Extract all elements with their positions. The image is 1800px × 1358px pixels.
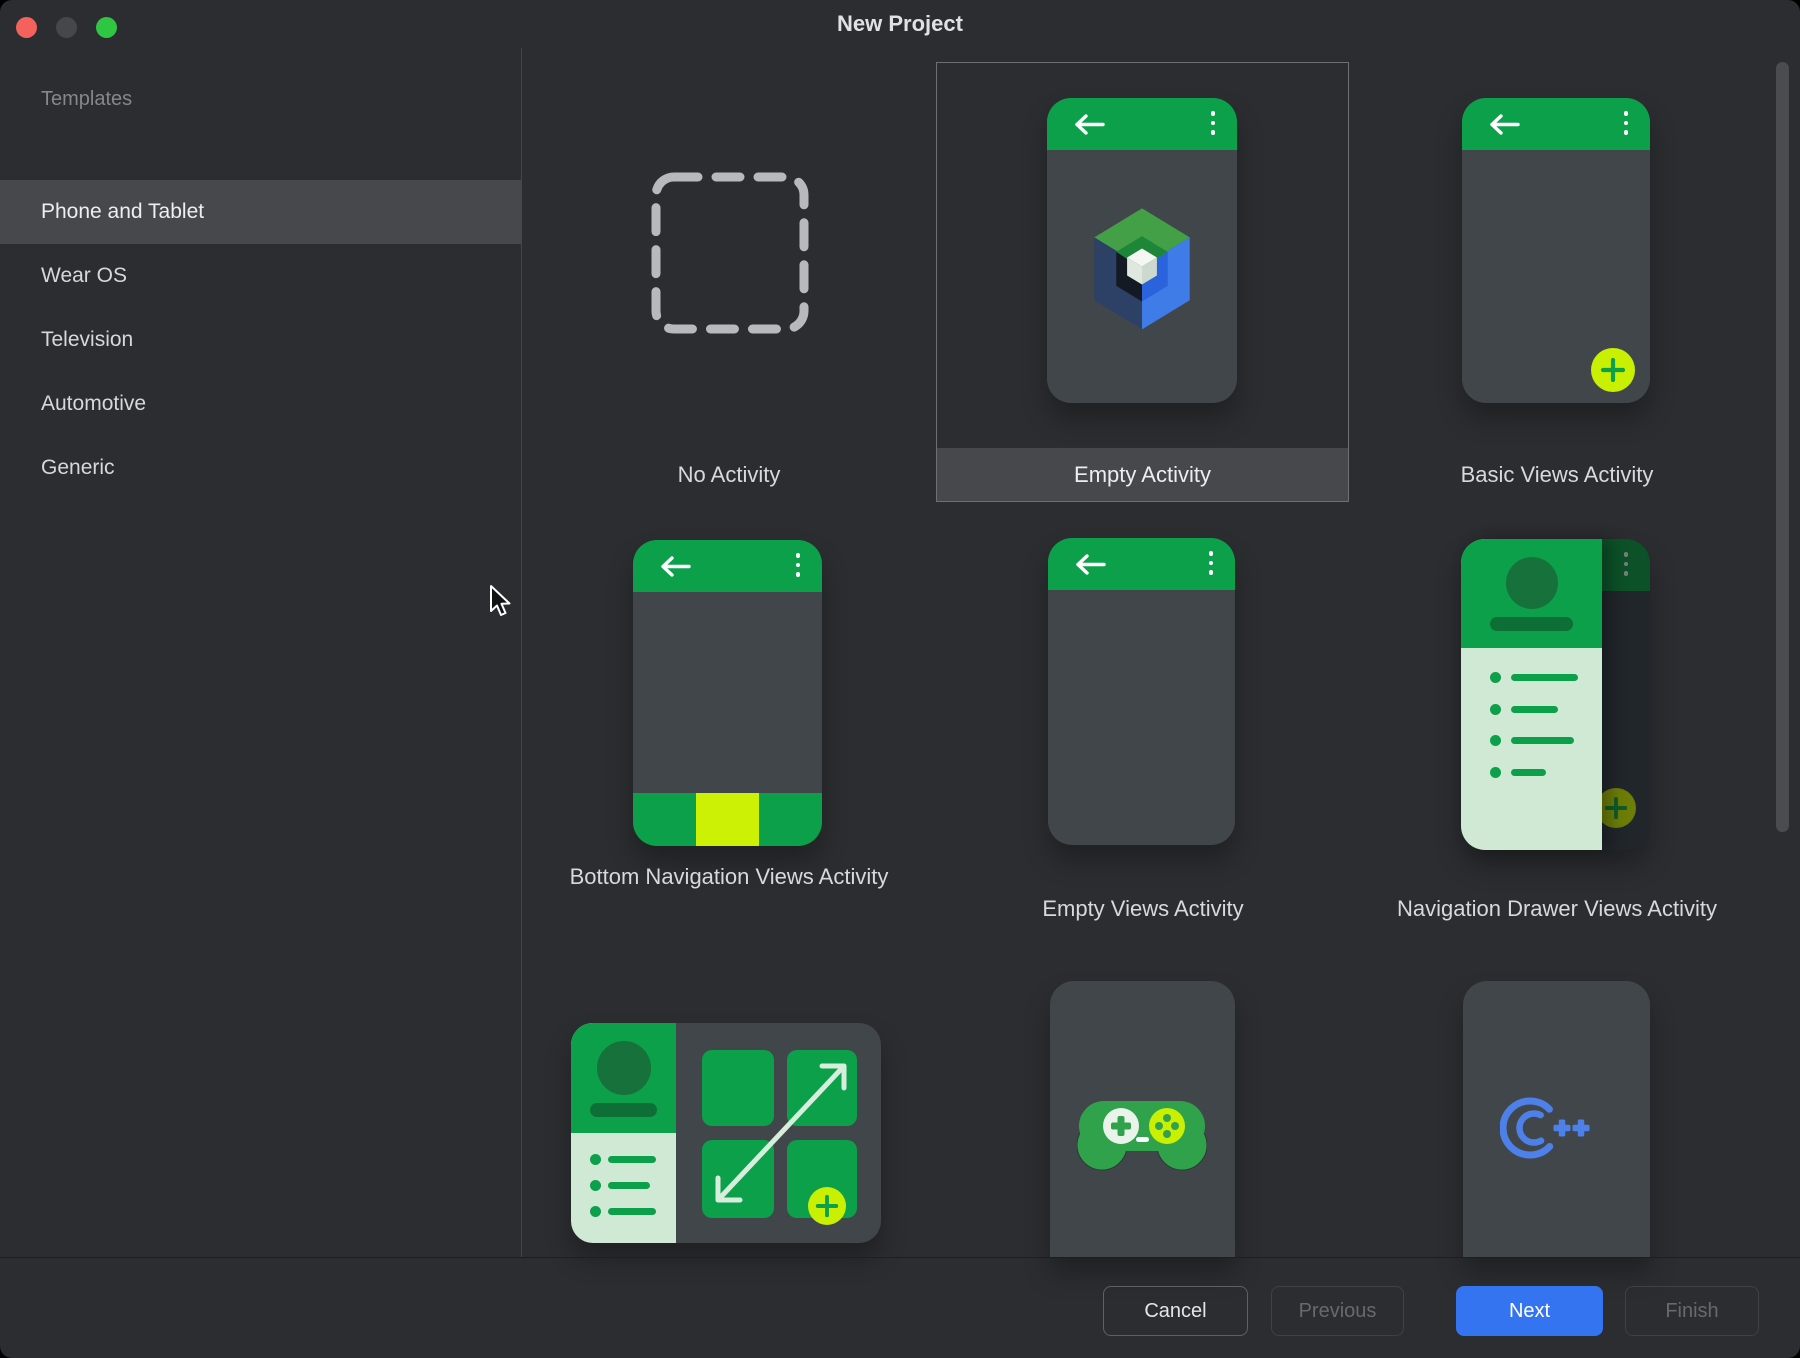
card-label: No Activity bbox=[522, 458, 936, 492]
mouse-cursor bbox=[488, 584, 514, 618]
fab-add-icon bbox=[1591, 348, 1635, 392]
bottom-navigation-selected-tab bbox=[696, 793, 759, 846]
bottom-navigation-bar bbox=[633, 793, 822, 846]
sidebar-item-wear-os[interactable]: Wear OS bbox=[0, 244, 521, 308]
drawer-item-bullet bbox=[1490, 735, 1501, 746]
sidebar-item-phone-and-tablet[interactable]: Phone and Tablet bbox=[0, 180, 521, 244]
phone-mockup bbox=[1462, 98, 1650, 403]
phone-mockup bbox=[1050, 981, 1235, 1257]
new-project-dialog: New Project Templates Phone and Tablet W… bbox=[0, 0, 1800, 1358]
phone-mockup bbox=[1463, 981, 1650, 1257]
cpp-logo bbox=[1500, 1090, 1596, 1166]
overflow-menu-icon bbox=[1209, 551, 1214, 575]
next-button[interactable]: Next bbox=[1456, 1286, 1603, 1336]
template-card-responsive-views-activity[interactable] bbox=[571, 1023, 881, 1243]
card-label: Navigation Drawer Views Activity bbox=[1350, 893, 1764, 925]
sidebar-divider bbox=[521, 48, 522, 1257]
previous-button[interactable]: Previous bbox=[1271, 1286, 1404, 1336]
card-label: Basic Views Activity bbox=[1350, 458, 1764, 492]
cancel-button[interactable]: Cancel bbox=[1103, 1286, 1248, 1336]
back-arrow-icon bbox=[659, 556, 691, 577]
drawer-item-bullet bbox=[1490, 767, 1501, 778]
navigation-drawer bbox=[1461, 539, 1602, 850]
phone-mockup bbox=[633, 540, 822, 846]
phone-mockup bbox=[1047, 98, 1237, 403]
game-controller-icon bbox=[1077, 1089, 1207, 1173]
card-label: Empty Activity bbox=[936, 460, 1349, 490]
overflow-menu-icon bbox=[1624, 552, 1629, 576]
drawer-item-bullet bbox=[1490, 672, 1501, 683]
drawer-item-line bbox=[1511, 737, 1574, 744]
overflow-menu-icon bbox=[1624, 111, 1629, 135]
sidebar-item-automotive[interactable]: Automotive bbox=[0, 372, 521, 436]
card-label: Bottom Navigation Views Activity bbox=[522, 860, 936, 894]
jetpack-compose-logo bbox=[1083, 206, 1201, 334]
appbar bbox=[1047, 98, 1237, 150]
fab-add-icon bbox=[808, 1187, 846, 1225]
phone-mockup bbox=[1048, 538, 1235, 845]
appbar bbox=[633, 540, 822, 592]
footer-divider bbox=[0, 1257, 1800, 1258]
avatar bbox=[1506, 557, 1558, 609]
sidebar-item-television[interactable]: Television bbox=[0, 308, 521, 372]
drawer-item-line bbox=[1511, 674, 1578, 681]
card-label: Empty Views Activity bbox=[936, 893, 1350, 925]
drawer-item-line bbox=[1511, 706, 1558, 713]
dashed-square-icon bbox=[651, 172, 809, 334]
scrollbar-thumb[interactable] bbox=[1776, 62, 1789, 832]
back-arrow-icon bbox=[1074, 554, 1106, 575]
fab-add-icon-dimmed bbox=[1596, 788, 1636, 828]
drawer-item-line bbox=[1511, 769, 1546, 776]
overflow-menu-icon bbox=[1211, 111, 1216, 135]
finish-button[interactable]: Finish bbox=[1625, 1286, 1759, 1336]
back-arrow-icon bbox=[1073, 114, 1105, 135]
back-arrow-icon bbox=[1488, 114, 1520, 135]
drawer-name-bar bbox=[1490, 617, 1573, 631]
drawer-item-bullet bbox=[1490, 704, 1501, 715]
appbar bbox=[1462, 98, 1650, 150]
appbar bbox=[1048, 538, 1235, 590]
sidebar-item-generic[interactable]: Generic bbox=[0, 436, 521, 500]
overflow-menu-icon bbox=[796, 553, 801, 577]
dialog-title: New Project bbox=[0, 11, 1800, 37]
templates-header: Templates bbox=[41, 88, 132, 111]
